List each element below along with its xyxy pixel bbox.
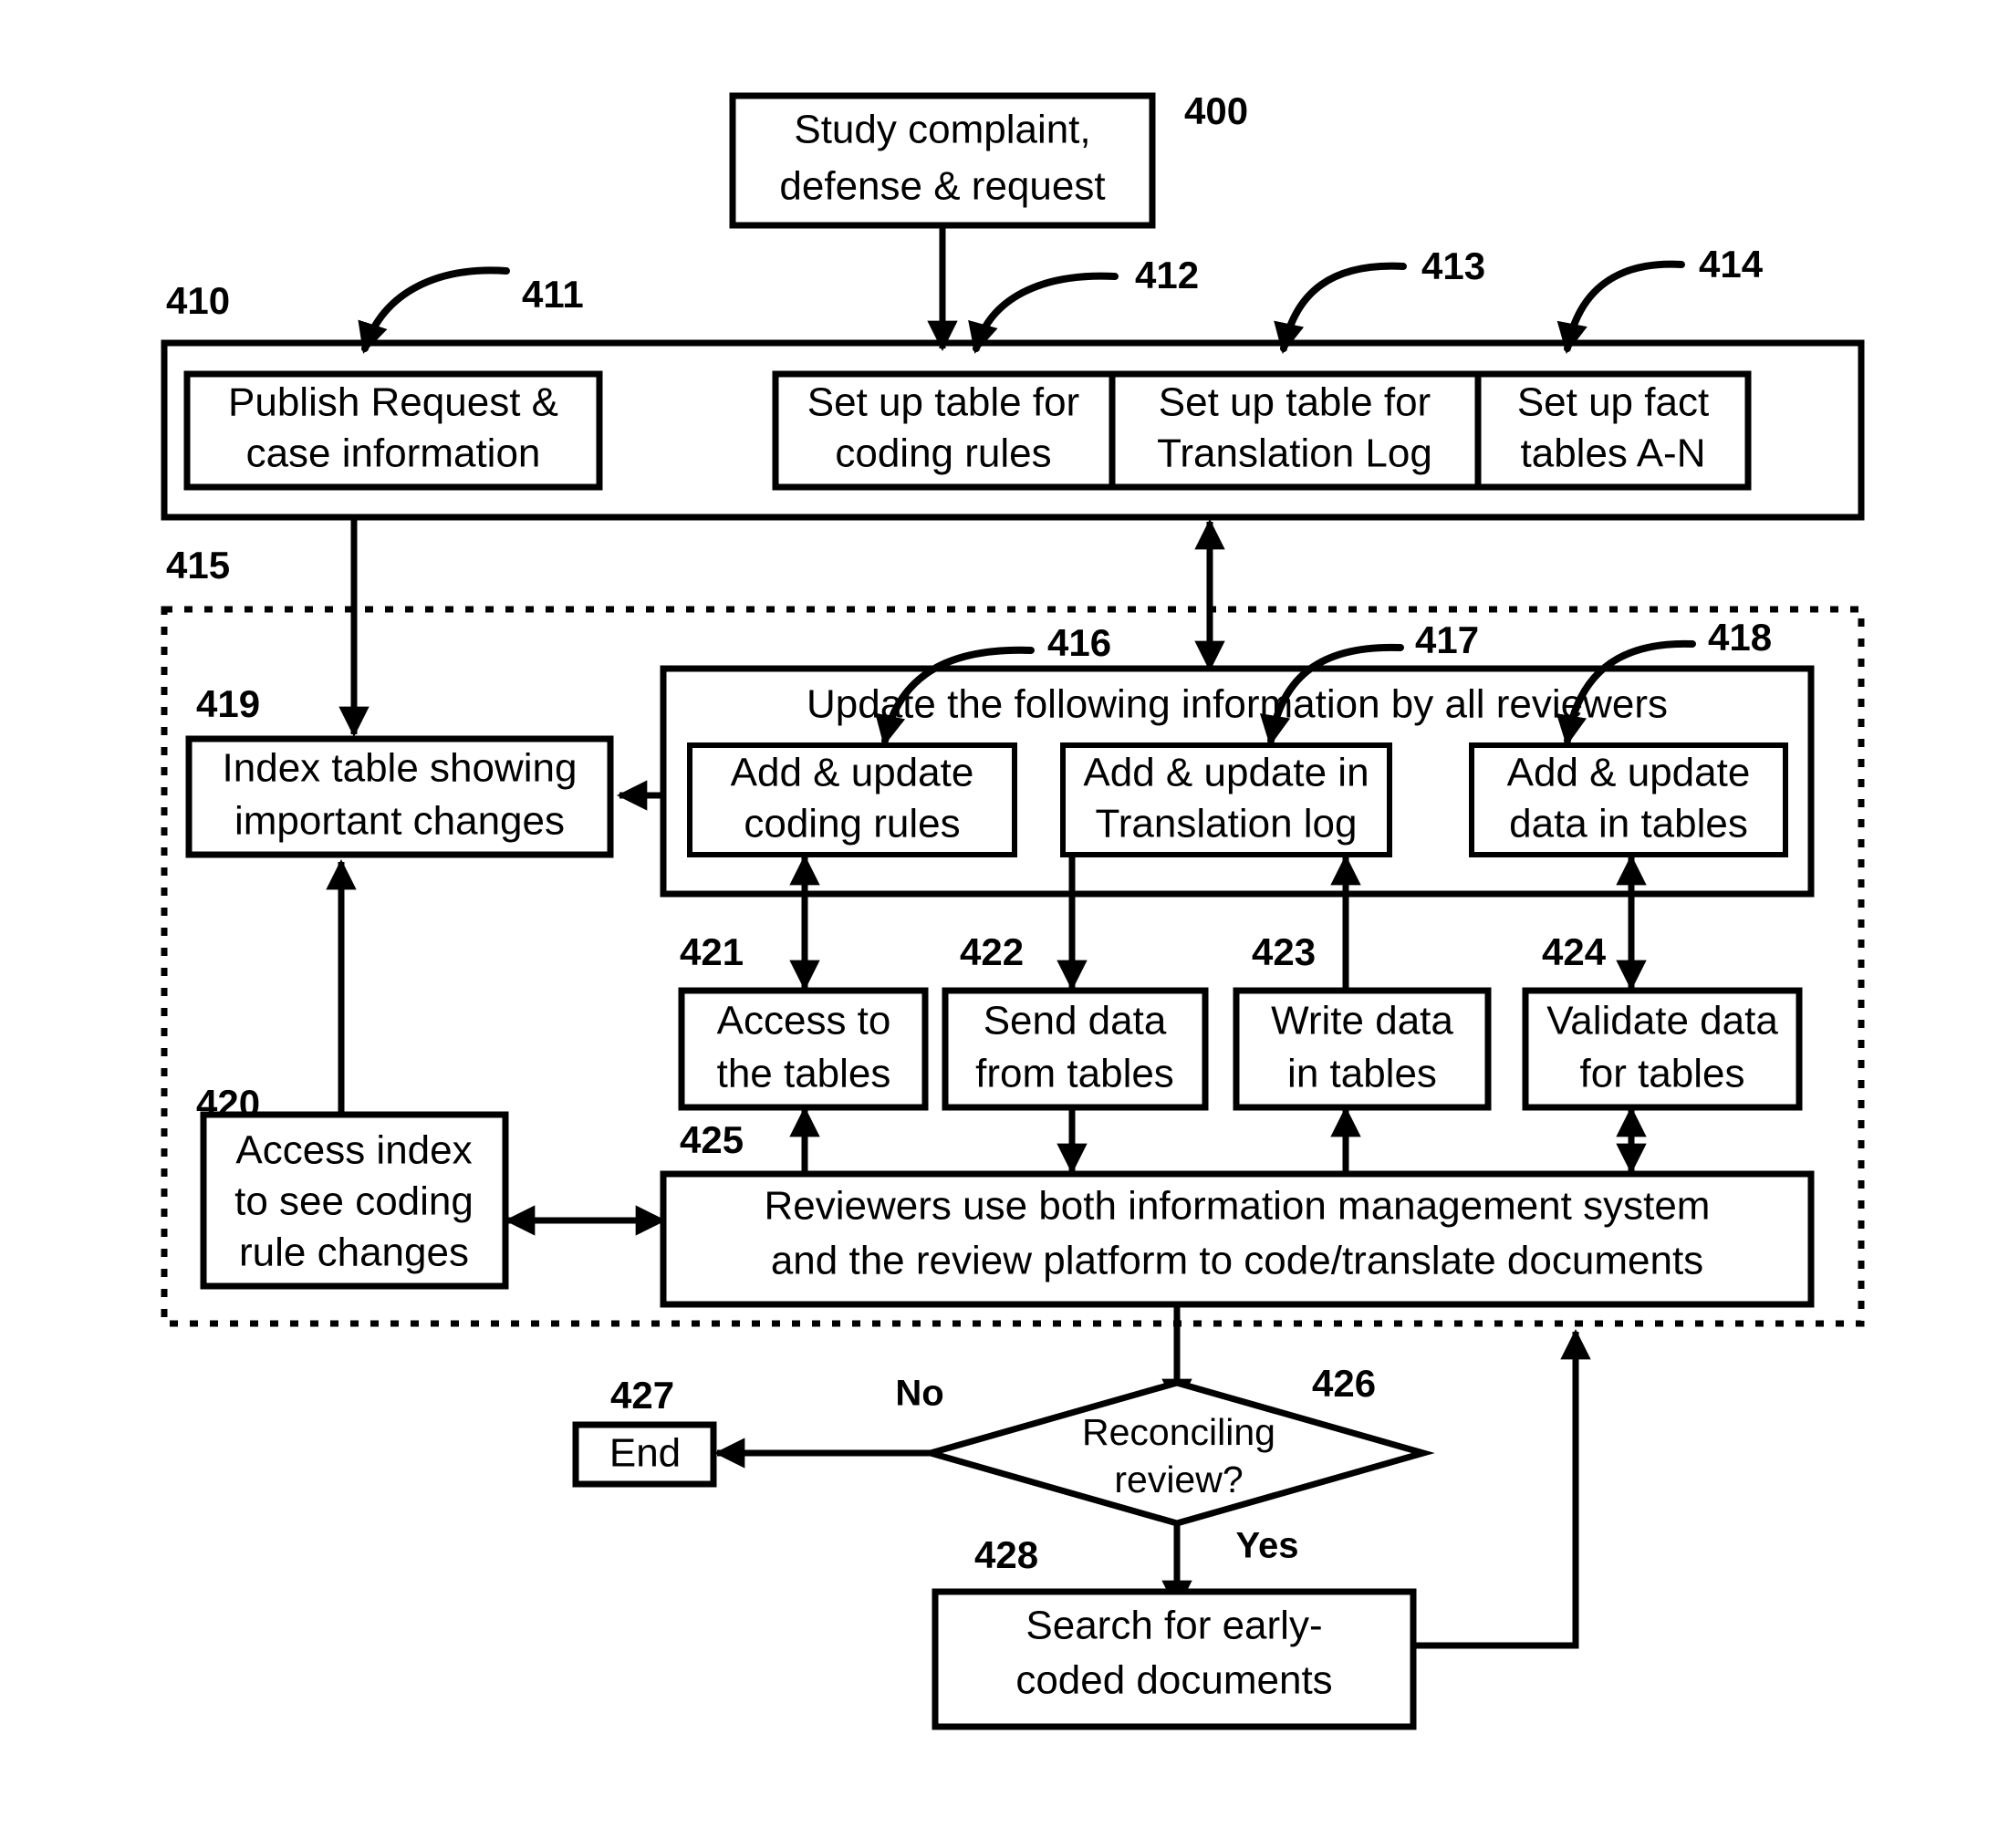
ref-label-413: 413 <box>1421 244 1485 287</box>
access-420-line3: rule changes <box>239 1230 469 1275</box>
leader-414 <box>1556 260 1685 355</box>
setup-414-line2: tables A-N <box>1521 431 1706 476</box>
reviewers-box-425[interactable]: Reviewers use both information managemen… <box>660 1170 1815 1308</box>
reviewers-425-line1: Reviewers use both information managemen… <box>765 1184 1711 1229</box>
action-423-line2: in tables <box>1287 1052 1437 1096</box>
end-label: End <box>609 1431 681 1476</box>
update-417-line2: Translation log <box>1096 802 1358 846</box>
branch-label-yes: Yes <box>1236 1526 1299 1566</box>
ref-label-422: 422 <box>960 930 1024 973</box>
index-419-line2: important changes <box>234 799 565 844</box>
ref-label-418: 418 <box>1708 616 1772 659</box>
start-label-line2: defense & request <box>779 164 1105 209</box>
ref-label-414: 414 <box>1699 243 1764 286</box>
start-node-400[interactable]: Study complaint, defense & request <box>729 92 1156 229</box>
leader-412 <box>968 272 1119 354</box>
setup-413-line1: Set up table for <box>1159 380 1431 425</box>
action-421-line2: the tables <box>717 1052 891 1096</box>
update-box-416[interactable]: Add & update coding rules <box>687 742 1017 857</box>
setup-413-line2: Translation Log <box>1157 431 1432 476</box>
ref-label-416: 416 <box>1047 621 1111 664</box>
ref-label-410: 410 <box>166 279 230 322</box>
update-box-417[interactable]: Add & update in Translation log <box>1060 742 1392 857</box>
action-424-line2: for tables <box>1580 1052 1745 1096</box>
search-box-428[interactable]: Search for early- coded documents <box>932 1588 1417 1730</box>
action-424-line1: Validate data <box>1546 999 1778 1043</box>
index-419-line1: Index table showing <box>223 746 578 791</box>
update-418-line2: data in tables <box>1509 802 1748 846</box>
ref-label-400: 400 <box>1184 89 1248 132</box>
leader-413 <box>1274 262 1407 355</box>
setup-box-413[interactable]: Set up table for Translation Log <box>1109 370 1482 491</box>
action-421-line1: Access to <box>717 999 891 1043</box>
branch-label-no: No <box>895 1374 943 1414</box>
setup-411-line1: Publish Request & <box>228 380 558 425</box>
update-group-header: Update the following information by all … <box>807 682 1668 727</box>
ref-label-423: 423 <box>1252 930 1316 973</box>
connector-428-return-to-415 <box>1413 1328 1591 1649</box>
action-box-422[interactable]: Send data from tables <box>942 987 1209 1111</box>
ref-label-426: 426 <box>1312 1362 1376 1405</box>
action-box-424[interactable]: Validate data for tables <box>1522 987 1803 1111</box>
end-node-427[interactable]: End <box>572 1421 717 1488</box>
update-box-418[interactable]: Add & update data in tables <box>1469 742 1788 857</box>
setup-412-line2: coding rules <box>835 431 1051 476</box>
reviewers-425-line2: and the review platform to code/translat… <box>771 1239 1703 1283</box>
ref-label-419: 419 <box>196 682 260 725</box>
setup-box-411[interactable]: Publish Request & case information <box>183 370 603 491</box>
ref-label-417: 417 <box>1415 618 1479 661</box>
leader-411 <box>358 266 510 354</box>
access-420-line1: Access index <box>235 1128 472 1173</box>
access-index-box-420[interactable]: Access index to see coding rule changes <box>200 1111 509 1290</box>
action-423-line1: Write data <box>1271 999 1453 1043</box>
setup-box-414[interactable]: Set up fact tables A-N <box>1474 370 1752 491</box>
decision-label-line1: Reconciling <box>1082 1411 1275 1453</box>
index-table-box-419[interactable]: Index table showing important changes <box>185 735 614 858</box>
ref-label-421: 421 <box>680 930 744 973</box>
start-label-line1: Study complaint, <box>794 108 1090 152</box>
update-416-line1: Add & update <box>731 751 974 795</box>
ref-label-412: 412 <box>1135 254 1199 296</box>
setup-414-line1: Set up fact <box>1517 380 1709 425</box>
ref-label-415: 415 <box>166 544 230 587</box>
ref-label-411: 411 <box>522 273 584 316</box>
flowchart-canvas: Study complaint, defense & request 400 4… <box>161 89 1865 1730</box>
action-box-421[interactable]: Access to the tables <box>678 987 929 1111</box>
search-428-line1: Search for early- <box>1025 1604 1322 1648</box>
flowchart-diagram: Study complaint, defense & request 400 4… <box>0 0 2009 1848</box>
setup-412-line1: Set up table for <box>807 380 1079 425</box>
ref-label-424: 424 <box>1542 930 1607 973</box>
action-422-line1: Send data <box>984 999 1167 1043</box>
ref-label-428: 428 <box>974 1533 1038 1576</box>
action-422-line2: from tables <box>975 1052 1174 1096</box>
setup-box-412[interactable]: Set up table for coding rules <box>772 370 1116 491</box>
decision-label-line2: review? <box>1114 1459 1243 1500</box>
update-417-line1: Add & update in <box>1083 751 1369 795</box>
setup-411-line2: case information <box>246 431 541 476</box>
action-box-423[interactable]: Write data in tables <box>1233 987 1492 1111</box>
update-416-line2: coding rules <box>744 802 960 846</box>
access-420-line2: to see coding <box>234 1179 474 1224</box>
ref-label-425: 425 <box>680 1118 744 1161</box>
update-418-line1: Add & update <box>1507 751 1751 795</box>
ref-label-427: 427 <box>610 1374 674 1417</box>
search-428-line2: coded documents <box>1015 1658 1332 1703</box>
